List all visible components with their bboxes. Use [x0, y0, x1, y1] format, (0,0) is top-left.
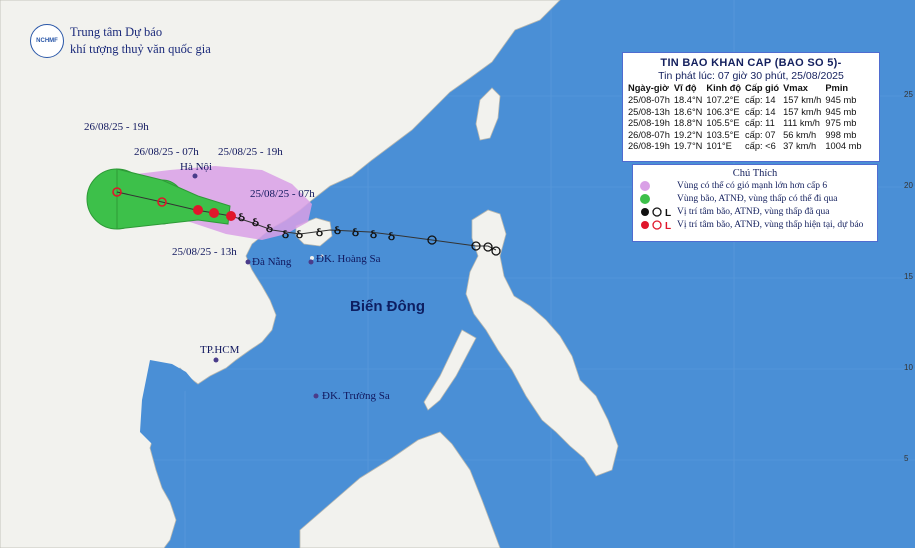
- legend-item-current: L Vị trí tâm bão, ATNĐ, vùng thấp hiện t…: [639, 218, 877, 231]
- cell: 106.3°E: [706, 106, 740, 117]
- label-hanoi: Hà Nội: [180, 161, 213, 173]
- cell: 945 mb: [825, 95, 857, 105]
- cell: cấp: 11: [745, 118, 775, 128]
- cell: 25/08-07h: [628, 95, 670, 105]
- cell: 37 km/h: [783, 141, 817, 151]
- cell: 26/08-07h: [628, 129, 670, 140]
- organization-header: NCHMF Trung tâm Dự báo khí tượng thuỷ vă…: [30, 24, 211, 58]
- col-wind-level: Cấp gió: [745, 83, 780, 93]
- legend-title: Chú Thích: [732, 168, 778, 179]
- svg-text:ઠ: ઠ: [334, 223, 341, 237]
- legend-text: Vị trí tâm bão, ATNĐ, vùng thấp đã qua: [677, 206, 830, 217]
- cell: 25/08-13h: [628, 106, 670, 117]
- legend-text: Vị trí tâm bão, ATNĐ, vùng thấp hiện tại…: [677, 219, 864, 230]
- legend-text: Vùng có thể có gió mạnh lớn hơn cấp 6: [677, 180, 828, 191]
- cell: cấp: 07: [745, 129, 776, 140]
- cell: 998 mb: [825, 129, 857, 140]
- label-26-08-07h: 26/08/25 - 07h: [134, 146, 199, 158]
- nchmf-logo-icon: NCHMF: [30, 24, 64, 58]
- cell: 105.5°E: [706, 118, 740, 128]
- svg-text:ઠ: ઠ: [266, 221, 273, 235]
- lat-tick-5: 5: [904, 454, 909, 463]
- cell: 157 km/h: [783, 106, 822, 117]
- cell: 103.5°E: [706, 129, 740, 140]
- table-row: 25/08-13h 18.6°N 106.3°E cấp: 14 157 km/…: [626, 107, 864, 119]
- cell: 1004 mb: [825, 141, 862, 151]
- cell: 25/08-19h: [628, 118, 670, 128]
- cell: 111 km/h: [783, 118, 820, 128]
- svg-text:L: L: [665, 221, 671, 231]
- label-truongsa: ĐK. Trường Sa: [322, 390, 390, 402]
- cell: 26/08-19h: [628, 141, 670, 151]
- label-25-08-07h: 25/08/25 - 07h: [250, 188, 315, 200]
- label-26-08-19h: 26/08/25 - 19h: [84, 121, 149, 133]
- col-lon: Kinh độ: [706, 83, 742, 93]
- bulletin-title: TIN BAO KHAN CAP (BAO SO 5)-: [660, 57, 842, 69]
- forecast-table-header: Ngày-giờ Vĩ độ Kinh độ Cấp gió Vmax Pmin: [626, 82, 864, 95]
- cell: 107.2°E: [706, 95, 740, 105]
- table-row: 25/08-19h 18.8°N 105.5°E cấp: 11 111 km/…: [626, 118, 864, 130]
- cone-swatch-icon: [640, 193, 650, 204]
- svg-text:ઠ: ઠ: [252, 215, 259, 229]
- legend-item-wind-zone: Vùng có thể có gió mạnh lớn hơn cấp 6: [639, 179, 877, 192]
- col-vmax: Vmax: [783, 83, 808, 93]
- label-danang: Đà Nẵng: [252, 256, 292, 268]
- cell: 157 km/h: [783, 95, 822, 105]
- cell: 19.2°N: [673, 129, 703, 140]
- col-lat: Vĩ độ: [673, 83, 697, 93]
- bulletin-issued: Tin phát lúc: 07 giờ 30 phút, 25/08/2025: [658, 70, 844, 82]
- lat-tick-15: 15: [904, 272, 913, 281]
- cell: 18.8°N: [673, 118, 703, 128]
- cell: 18.6°N: [673, 106, 703, 117]
- legend-panel: Chú Thích Vùng có thể có gió mạnh lớn hơ…: [632, 164, 878, 242]
- organization-name: Trung tâm Dự báo khí tượng thuỷ văn quốc…: [70, 24, 211, 58]
- lat-tick-20: 20: [904, 181, 913, 190]
- organization-line1: Trung tâm Dự báo: [70, 25, 163, 39]
- label-hcm: TP.HCM: [200, 344, 240, 356]
- cell: cấp: 14: [745, 106, 776, 117]
- col-pmin: Pmin: [825, 83, 849, 93]
- legend-item-past: L Vị trí tâm bão, ATNĐ, vùng thấp đã qua: [639, 205, 877, 218]
- cell: 19.7°N: [673, 141, 703, 151]
- past-position-symbols-icon: L: [641, 206, 671, 218]
- label-hoangsa: ĐK. Hoàng Sa: [316, 253, 381, 265]
- legend-text: Vùng bão, ATNĐ, vùng thấp có thể đi qua: [677, 193, 838, 204]
- current-position-symbols-icon: L: [641, 219, 671, 231]
- cell: 101°E: [706, 141, 732, 151]
- bulletin-panel: TIN BAO KHAN CAP (BAO SO 5)- Tin phát lú…: [622, 52, 880, 162]
- table-row: 26/08-19h 19.7°N 101°E cấp: <6 37 km/h 1…: [626, 141, 864, 153]
- cell: 18.4°N: [673, 95, 703, 105]
- lat-tick-25: 25: [904, 90, 913, 99]
- svg-text:ઠ: ઠ: [282, 227, 289, 241]
- label-bien-dong: Biển Đông: [350, 298, 425, 315]
- svg-text:ઠ: ઠ: [238, 210, 245, 224]
- forecast-table: Ngày-giờ Vĩ độ Kinh độ Cấp gió Vmax Pmin…: [626, 82, 864, 153]
- svg-text:ઠ: ઠ: [352, 225, 359, 239]
- wind-zone-swatch-icon: [640, 180, 650, 191]
- svg-text:ઠ: ઠ: [296, 227, 303, 241]
- table-row: 26/08-07h 19.2°N 103.5°E cấp: 07 56 km/h…: [626, 130, 864, 142]
- legend-item-cone: Vùng bão, ATNĐ, vùng thấp có thể đi qua: [639, 192, 877, 205]
- cell: cấp: <6: [745, 141, 776, 151]
- cell: cấp: 14: [745, 95, 776, 105]
- cell: 945 mb: [825, 106, 857, 117]
- label-25-08-13h: 25/08/25 - 13h: [172, 246, 237, 258]
- label-25-08-19h: 25/08/25 - 19h: [218, 146, 283, 158]
- organization-line2: khí tượng thuỷ văn quốc gia: [70, 42, 211, 56]
- svg-text:ઠ: ઠ: [388, 229, 395, 243]
- lat-tick-10: 10: [904, 363, 913, 372]
- cell: 975 mb: [825, 118, 857, 128]
- svg-text:ઠ: ઠ: [316, 225, 323, 239]
- svg-text:L: L: [665, 208, 671, 218]
- table-row: 25/08-07h 18.4°N 107.2°E cấp: 14 157 km/…: [626, 95, 864, 107]
- col-datetime: Ngày-giờ: [628, 83, 669, 93]
- cell: 56 km/h: [783, 129, 817, 140]
- svg-text:ઠ: ઠ: [370, 227, 377, 241]
